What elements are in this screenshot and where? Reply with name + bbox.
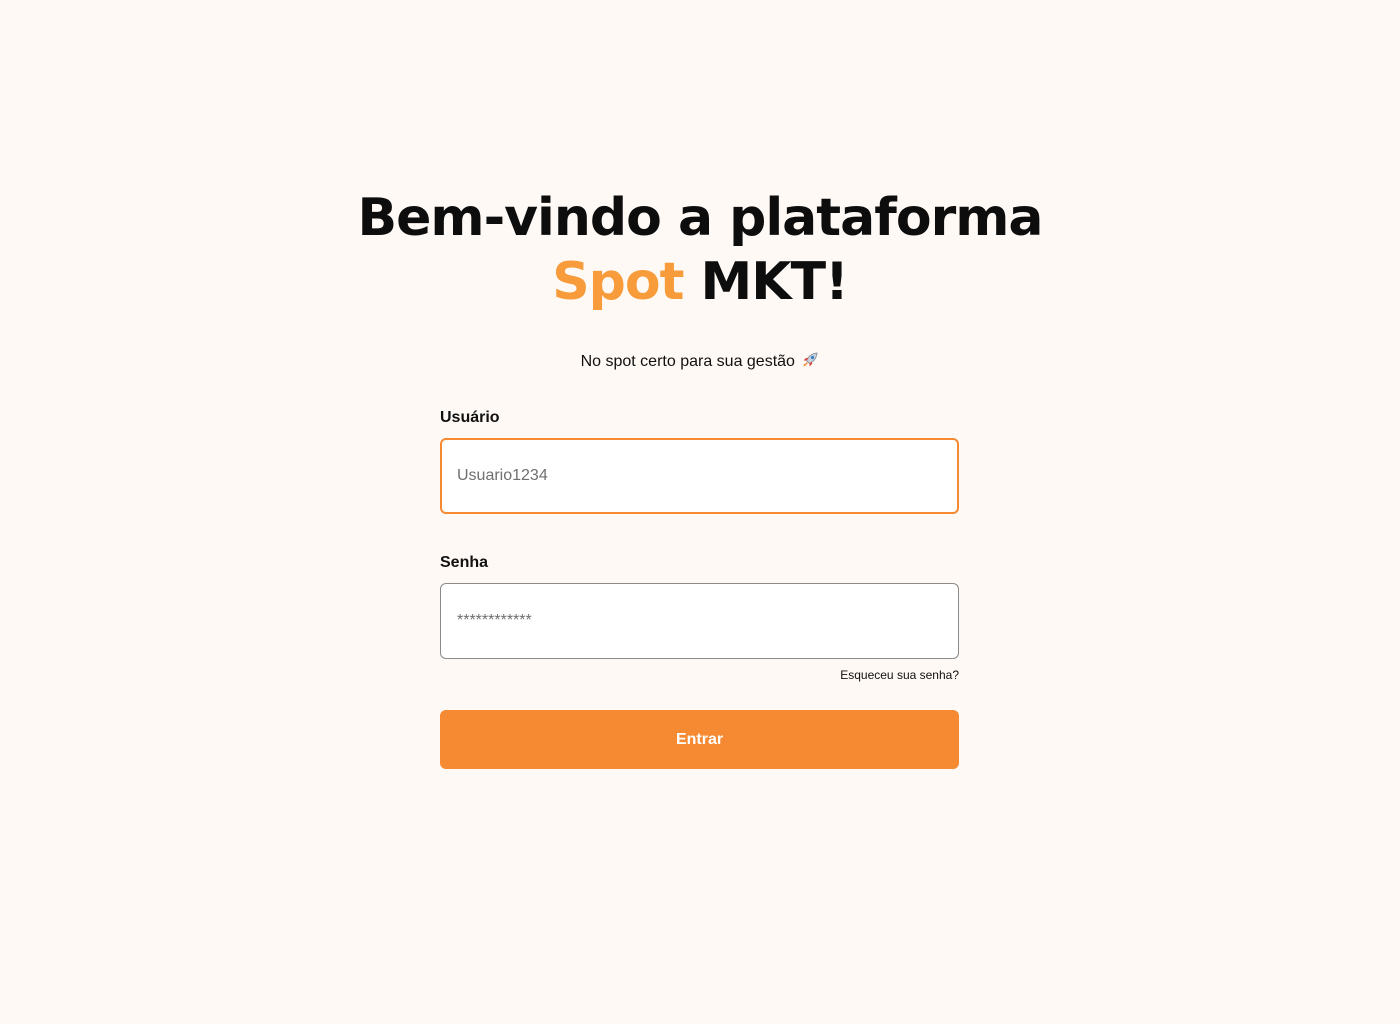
- brand-name-text: MKT!: [683, 252, 849, 312]
- login-form: Usuário Senha Esqueceu sua senha? Entrar: [440, 406, 959, 769]
- rocket-icon: [801, 351, 819, 369]
- title-line-2: Spot MKT!: [0, 250, 1400, 314]
- subtitle-text: No spot certo para sua gestão: [580, 353, 795, 370]
- username-field-group: Usuário: [440, 406, 959, 514]
- hero-section: Bem-vindo a plataforma Spot MKT!: [0, 186, 1400, 314]
- login-page: Bem-vindo a plataforma Spot MKT! No spot…: [0, 0, 1400, 1024]
- password-label: Senha: [440, 554, 489, 571]
- password-input[interactable]: [440, 583, 959, 659]
- login-button[interactable]: Entrar: [440, 710, 959, 769]
- forgot-password-row: Esqueceu sua senha?: [440, 666, 959, 682]
- title-line-1: Bem-vindo a plataforma: [357, 188, 1043, 248]
- subtitle: No spot certo para sua gestão: [0, 350, 1400, 374]
- page-title: Bem-vindo a plataforma Spot MKT!: [0, 186, 1400, 314]
- forgot-password-link[interactable]: Esqueceu sua senha?: [840, 668, 959, 682]
- username-label: Usuário: [440, 409, 500, 426]
- username-input[interactable]: [440, 438, 959, 514]
- password-field-group: Senha: [440, 551, 959, 659]
- brand-accent-text: Spot: [552, 252, 684, 312]
